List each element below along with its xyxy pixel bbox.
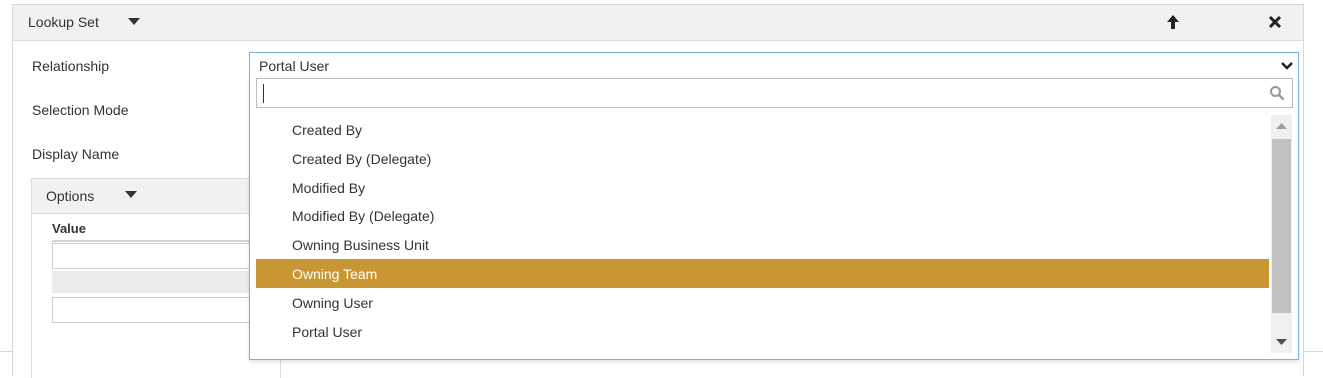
- dropdown-option[interactable]: Created By: [256, 115, 1269, 144]
- selection-mode-label: Selection Mode: [32, 102, 129, 118]
- scroll-up-icon[interactable]: [1271, 115, 1292, 137]
- dropdown-option[interactable]: Modified By (Delegate): [256, 201, 1269, 230]
- option-value-input[interactable]: [52, 297, 278, 323]
- chevron-down-icon[interactable]: [1280, 60, 1294, 72]
- relationship-label: Relationship: [32, 58, 110, 74]
- scrollbar-thumb[interactable]: [1272, 139, 1291, 313]
- options-header: Options: [32, 179, 280, 214]
- dropdown-option[interactable]: Modified By: [256, 173, 1269, 202]
- arrow-up-icon[interactable]: [1165, 13, 1181, 31]
- options-title: Options: [46, 188, 95, 204]
- divider: [0, 351, 12, 352]
- relationship-select[interactable]: Portal User: [249, 52, 1299, 78]
- search-icon: [1270, 86, 1285, 101]
- panel-title: Lookup Set: [28, 14, 99, 30]
- panel-header: Lookup Set: [13, 5, 1303, 41]
- dropdown-options-list: Created By Created By (Delegate) Modifie…: [256, 115, 1269, 355]
- dropdown-option-highlighted[interactable]: Owning Team: [256, 259, 1269, 288]
- relationship-dropdown: Created By Created By (Delegate) Modifie…: [249, 77, 1299, 360]
- display-name-label: Display Name: [32, 146, 120, 162]
- option-value-input[interactable]: [52, 243, 278, 269]
- text-cursor: [263, 84, 264, 103]
- options-collapse-caret-icon[interactable]: [125, 191, 137, 198]
- close-icon[interactable]: [1267, 13, 1283, 31]
- option-row-band: [52, 271, 280, 293]
- divider: [1304, 351, 1323, 352]
- dropdown-search-input[interactable]: [256, 78, 1293, 108]
- dropdown-option[interactable]: Owning Business Unit: [256, 230, 1269, 259]
- options-panel: Options Value: [31, 178, 281, 378]
- dropdown-scrollbar[interactable]: [1271, 115, 1292, 353]
- relationship-select-value: Portal User: [259, 58, 330, 74]
- dropdown-option[interactable]: Portal User: [256, 317, 1269, 346]
- dropdown-option[interactable]: Owning User: [256, 288, 1269, 317]
- scroll-down-icon[interactable]: [1271, 331, 1292, 353]
- value-column-header: Value: [52, 221, 280, 242]
- collapse-caret-icon[interactable]: [128, 18, 140, 25]
- dropdown-option[interactable]: Created By (Delegate): [256, 144, 1269, 173]
